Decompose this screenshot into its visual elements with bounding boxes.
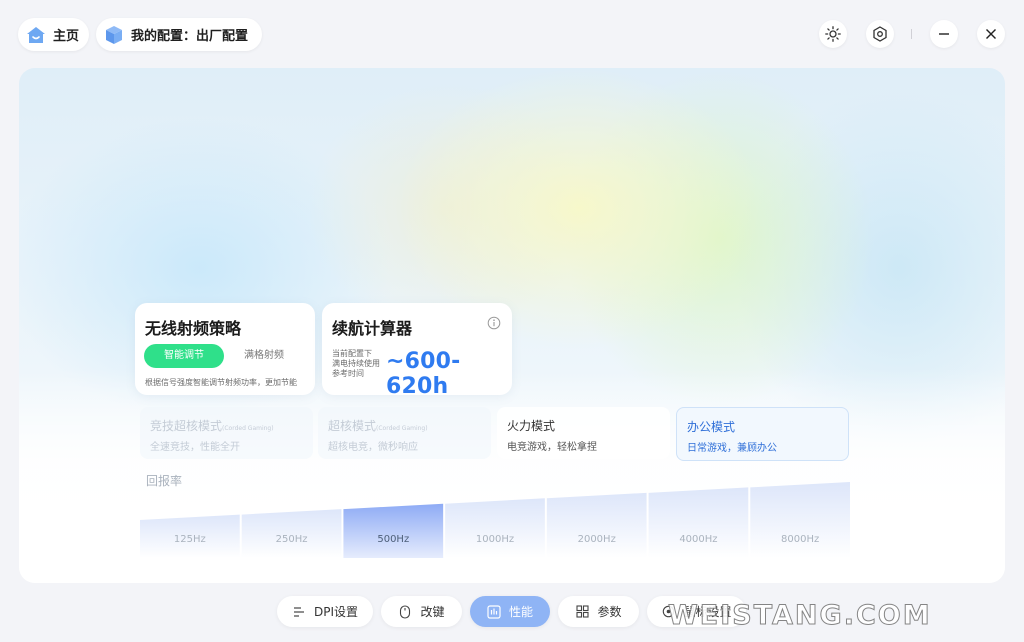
mode-description: 超核电竞，微秒响应 <box>328 442 418 453</box>
mode-title: 火力模式 <box>507 419 556 433</box>
rf-strategy-description: 根据信号强度智能调节射频功率，更加节能 <box>145 378 297 387</box>
dpi-icon <box>292 605 306 619</box>
rf-smart-option[interactable]: 智能调节 <box>144 344 224 368</box>
mode-title: 超核模式 <box>328 419 377 433</box>
settings-button[interactable] <box>866 20 894 48</box>
polling-rate-option[interactable] <box>750 482 850 558</box>
watermark: WEISTANG.COM <box>668 600 932 632</box>
polling-rate-option-label: 1000Hz <box>476 534 514 545</box>
mode-competitive-ultra[interactable]: 竞技超核模式(Corded Gaming) 全速竞技，性能全开 <box>140 407 313 459</box>
grid-icon <box>575 605 589 619</box>
polling-rate-option-label: 500Hz <box>377 534 409 545</box>
mode-firepower[interactable]: 火力模式 电竞游戏，轻松拿捏 <box>497 407 670 459</box>
mode-description: 全速竞技，性能全开 <box>150 442 240 453</box>
minimize-button[interactable] <box>930 20 958 48</box>
battery-calculator-title: 续航计算器 <box>332 319 413 338</box>
polling-rate-selector: 125Hz 250Hz 500Hz 1000Hz 2000Hz 4000Hz 8000Hz <box>140 482 850 558</box>
nav-key-label: 改键 <box>420 605 445 619</box>
brightness-button[interactable] <box>819 20 847 48</box>
nav-performance-label: 性能 <box>508 605 533 619</box>
polling-rate-option[interactable] <box>343 503 444 558</box>
nav-dpi-label: DPI设置 <box>313 605 359 619</box>
mode-ultra[interactable]: 超核模式(Corded Gaming) 超核电竞，微秒响应 <box>318 407 491 459</box>
home-icon <box>25 24 47 46</box>
mode-tag: (Corded Gaming) <box>376 425 428 432</box>
polling-rate-option[interactable] <box>445 498 545 558</box>
battery-calculator-card: 续航计算器 当前配置下 满电持续使用 参考时间 ~600-620h <box>322 303 512 399</box>
hex-settings-icon <box>873 26 887 42</box>
polling-rate-option[interactable] <box>648 487 749 558</box>
polling-rate-option-label: 2000Hz <box>578 534 616 545</box>
info-icon[interactable] <box>487 316 501 330</box>
rf-full-option[interactable]: 满格射频 <box>232 344 296 368</box>
nav-performance[interactable]: 性能 <box>470 596 550 627</box>
nav-key-remap[interactable]: 改键 <box>381 596 462 627</box>
nav-parameters[interactable]: 参数 <box>558 596 639 627</box>
mode-description: 电竞游戏，轻松拿捏 <box>507 442 597 453</box>
close-icon <box>986 29 996 39</box>
mode-title: 办公模式 <box>687 420 736 434</box>
polling-rate-option[interactable] <box>546 492 647 558</box>
mouse-icon <box>398 604 412 619</box>
nav-dpi-settings[interactable]: DPI设置 <box>277 596 373 627</box>
mode-office[interactable]: 办公模式 日常游戏，兼顾办公 <box>676 407 849 461</box>
minimize-icon <box>939 33 949 35</box>
home-button[interactable]: 主页 <box>18 18 89 51</box>
cube-icon <box>103 24 125 46</box>
rf-strategy-title: 无线射频策略 <box>145 319 242 338</box>
top-bar: 主页 我的配置：出厂配置 <box>0 0 1024 68</box>
polling-rate-option-label: 125Hz <box>174 534 206 545</box>
battery-reference-label: 当前配置下 满电持续使用 参考时间 <box>332 349 380 378</box>
config-label: 我的配置：出厂配置 <box>131 29 249 44</box>
config-selector[interactable]: 我的配置：出厂配置 <box>96 18 262 51</box>
battery-estimate-value: ~600-620h <box>386 349 461 399</box>
performance-icon <box>487 604 501 619</box>
polling-rate-option-label: 8000Hz <box>781 534 819 545</box>
polling-rate-option-label: 250Hz <box>276 534 308 545</box>
toolbar-divider <box>911 29 912 39</box>
sun-icon <box>825 26 841 42</box>
mode-description: 日常游戏，兼顾办公 <box>687 443 777 454</box>
mode-title: 竞技超核模式 <box>150 419 223 433</box>
polling-rate-option-label: 4000Hz <box>679 534 717 545</box>
rf-strategy-toggle: 智能调节 满格射频 <box>144 344 296 368</box>
close-button[interactable] <box>977 20 1005 48</box>
nav-parameters-label: 参数 <box>597 605 622 619</box>
mode-tag: (Corded Gaming) <box>222 425 274 432</box>
rf-strategy-card: 无线射频策略 智能调节 满格射频 根据信号强度智能调节射频功率，更加节能 <box>135 303 315 395</box>
home-label: 主页 <box>53 29 80 44</box>
